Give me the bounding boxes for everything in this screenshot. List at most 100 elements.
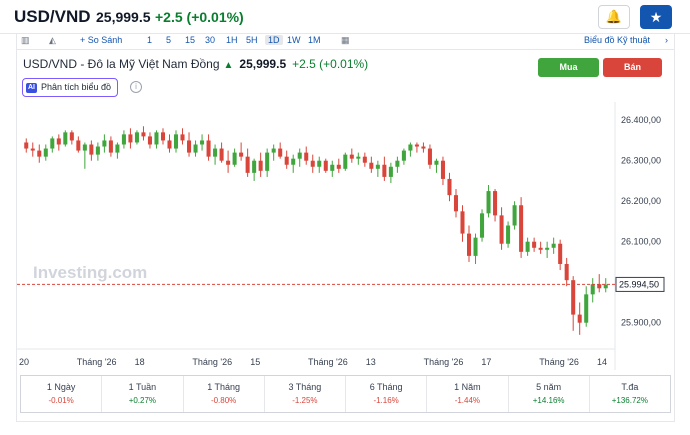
candle-body xyxy=(473,237,478,256)
y-tick-label: 26.200,00 xyxy=(621,196,661,206)
performance-cell[interactable]: 1 Tuần +0.27% xyxy=(102,376,184,412)
price-chart[interactable]: Investing.com 26.400,00 26.300,00 26.200,00… xyxy=(17,102,674,374)
ai-badge-icon: AI xyxy=(26,83,37,93)
candle-body xyxy=(284,156,289,165)
candle-body xyxy=(414,144,419,147)
candle-body xyxy=(512,205,517,226)
candle-body xyxy=(427,148,432,165)
range-30-button[interactable]: 30 xyxy=(205,35,215,45)
range-5h-button[interactable]: 5H xyxy=(246,35,258,45)
candle-body xyxy=(95,146,100,155)
y-tick-label: 26.400,00 xyxy=(621,115,661,125)
x-tick-label: Tháng '26 xyxy=(308,357,348,367)
candle-body xyxy=(108,140,113,153)
x-tick-label: Tháng '26 xyxy=(192,357,232,367)
range-1-button[interactable]: 1 xyxy=(147,35,152,45)
performance-period: 5 năm xyxy=(536,382,562,392)
bell-plus-icon[interactable]: 🔔 xyxy=(598,5,630,29)
ai-analysis-button[interactable]: AI Phân tích biểu đồ xyxy=(22,78,119,97)
chart-toolbar: ▥ ◭ + So Sánh 1 5 15 30 1H 5H 1D 1W 1M ▦… xyxy=(17,34,674,50)
candle-body xyxy=(382,164,387,177)
range-15-button[interactable]: 15 xyxy=(185,35,195,45)
candle-body xyxy=(180,134,185,141)
candle-body xyxy=(369,162,374,169)
symbol-name: USD/VND xyxy=(14,7,91,26)
x-tick-label: Tháng '26 xyxy=(539,357,579,367)
candle-body xyxy=(395,160,400,167)
candle-body xyxy=(551,243,556,248)
x-tick-label: 14 xyxy=(597,357,607,367)
candle-body xyxy=(362,156,367,163)
candle-body xyxy=(265,152,270,171)
symbol-price: 25,999.5 xyxy=(96,9,151,25)
star-icon[interactable]: ★ xyxy=(640,5,672,29)
candle-body xyxy=(82,144,87,151)
y-tick-label: 26.100,00 xyxy=(621,237,661,247)
performance-period: T.đa xyxy=(621,382,639,392)
performance-cell[interactable]: 5 năm +14.16% xyxy=(509,376,590,412)
candle-body xyxy=(440,160,445,179)
candle-body xyxy=(37,150,42,157)
performance-period: 1 Tuần xyxy=(128,382,157,392)
candle-body xyxy=(291,158,296,165)
candle-body xyxy=(63,132,68,145)
chevron-right-icon[interactable]: › xyxy=(665,35,668,45)
candle-body xyxy=(401,150,406,161)
x-tick-label: 20 xyxy=(19,357,29,367)
candle-body xyxy=(160,132,166,141)
top-bar: USD/VND 25,999.5 +2.5 (+0.01%) 🔔 ★ xyxy=(0,0,690,34)
calendar-icon[interactable]: ▦ xyxy=(341,35,350,46)
technical-chart-link[interactable]: Biểu đồ Kỹ thuật xyxy=(584,35,650,45)
range-1w-button[interactable]: 1W xyxy=(287,35,301,45)
ai-analysis-label: Phân tích biểu đồ xyxy=(41,82,112,92)
candle-body xyxy=(584,294,589,323)
sell-button[interactable]: Bán xyxy=(603,58,662,77)
candle-type-icon[interactable]: ▥ xyxy=(21,35,30,46)
candle-body xyxy=(193,144,198,153)
candle-body xyxy=(200,140,205,145)
range-1d-button[interactable]: 1D xyxy=(265,35,283,45)
info-icon[interactable]: i xyxy=(130,81,142,93)
performance-period: 1 Ngày xyxy=(46,382,76,392)
performance-period: 1 Tháng xyxy=(207,382,241,392)
performance-period: 3 Tháng xyxy=(288,382,322,392)
chart-title: USD/VND - Đô la Mỹ Việt Nam Đồng ▲ 25,999.… xyxy=(23,57,368,71)
candle-body xyxy=(493,191,498,216)
performance-value: -1.44% xyxy=(454,396,481,405)
candle-body xyxy=(519,205,524,252)
performance-cell[interactable]: 1 Năm -1.44% xyxy=(427,376,509,412)
instrument-name: USD/VND - Đô la Mỹ Việt Nam Đồng xyxy=(23,57,220,71)
range-1m-button[interactable]: 1M xyxy=(308,35,321,45)
performance-cell[interactable]: 6 Tháng -1.16% xyxy=(346,376,428,412)
candle-body xyxy=(141,132,146,137)
performance-value: -0.01% xyxy=(48,396,74,405)
candle-body xyxy=(239,152,244,157)
performance-value: +0.27% xyxy=(128,396,157,405)
candle-body xyxy=(317,160,322,167)
performance-cell[interactable]: 1 Ngày -0.01% xyxy=(21,376,103,412)
x-tick-label: Tháng '26 xyxy=(424,357,464,367)
candle-body xyxy=(590,284,595,295)
arrow-up-icon: ▲ xyxy=(223,60,234,71)
range-5-button[interactable]: 5 xyxy=(166,35,171,45)
candle-body xyxy=(56,138,61,145)
title-price: 25,999.5 xyxy=(239,57,287,71)
candle-body xyxy=(232,152,237,165)
candle-body xyxy=(304,152,309,161)
chart-panel: ▥ ◭ + So Sánh 1 5 15 30 1H 5H 1D 1W 1M ▦… xyxy=(16,34,675,422)
area-type-icon[interactable]: ◭ xyxy=(49,35,56,46)
performance-cell[interactable]: T.đa +136.72% xyxy=(590,376,670,412)
candle-body xyxy=(453,195,459,212)
performance-cell[interactable]: 3 Tháng -1.25% xyxy=(265,376,346,412)
performance-value: +136.72% xyxy=(611,396,648,405)
buy-button[interactable]: Mua xyxy=(538,58,599,77)
candle-body xyxy=(343,154,348,169)
range-1h-button[interactable]: 1H xyxy=(226,35,238,45)
compare-button[interactable]: + So Sánh xyxy=(80,35,122,45)
candle-body xyxy=(50,138,55,149)
performance-cell[interactable]: 1 Tháng -0.80% xyxy=(184,376,265,412)
candle-body xyxy=(480,213,485,238)
candle-body xyxy=(69,132,74,141)
candle-body xyxy=(24,142,29,149)
candle-body xyxy=(336,164,341,169)
